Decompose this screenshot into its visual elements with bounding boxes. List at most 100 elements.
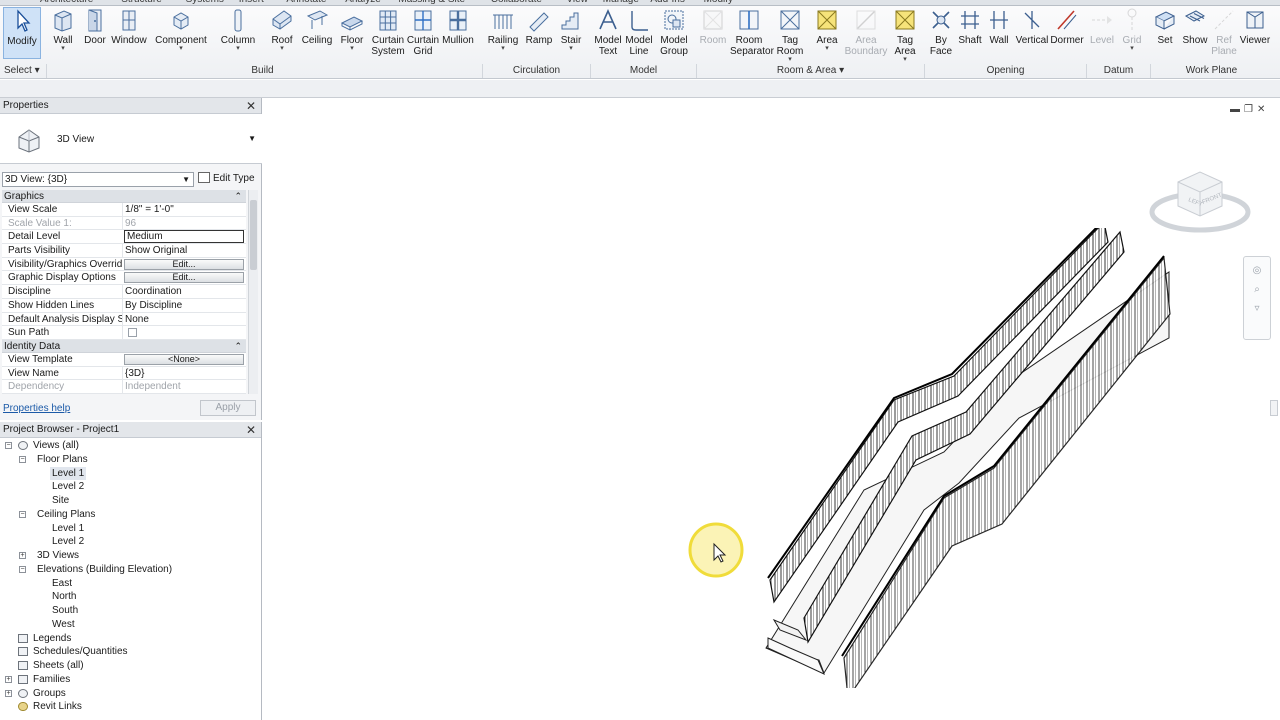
floor-dropdown-icon[interactable]: ▾	[337, 45, 367, 52]
door-button[interactable]: Door	[80, 7, 110, 46]
detail-level-field[interactable]: Medium	[124, 230, 244, 244]
tree-item-floor-level-1[interactable]: Level 1	[0, 466, 262, 481]
vertical-opening-button[interactable]: Vertical	[1014, 7, 1050, 46]
apply-button[interactable]: Apply	[200, 400, 256, 416]
collapse-icon[interactable]: ⌃	[234, 190, 242, 203]
curtain-grid-button[interactable]: Curtain Grid	[406, 7, 440, 57]
wall-opening-button[interactable]: Wall	[986, 7, 1012, 46]
scrollbar-thumb[interactable]	[250, 200, 257, 270]
ribbon-tab-architecture[interactable]: Architecture	[40, 0, 93, 5]
view-template-button[interactable]: <None>	[124, 353, 244, 365]
tag-room-button[interactable]: Tag Room ▾	[774, 7, 806, 63]
tree-item-ceiling-level-2[interactable]: Level 2	[0, 535, 262, 549]
3d-viewport[interactable]: ▬ ❐ ✕ LEFT FRONT ◎ ⌕ ▿	[264, 98, 1280, 720]
expand-icon[interactable]: +	[5, 689, 12, 697]
sun-path-checkbox[interactable]	[128, 328, 137, 338]
zoom-icon[interactable]: ⌕	[1244, 284, 1270, 295]
type-selector[interactable]: 3D View ▼	[0, 114, 262, 164]
tag-area-dropdown-icon[interactable]: ▾	[890, 56, 920, 63]
ribbon-tab-massing-site[interactable]: Massing & Site	[398, 0, 465, 5]
tree-item-sheets[interactable]: Sheets (all)	[0, 659, 262, 673]
column-button[interactable]: Column ▾	[219, 7, 257, 52]
prop-row-vg-overrides[interactable]: Visibility/Graphics Overrides Edit...	[2, 257, 246, 272]
mullion-button[interactable]: Mullion	[440, 7, 476, 46]
tree-item-ceiling-level-1[interactable]: Level 1	[0, 522, 262, 536]
group-graphics[interactable]: Graphics ⌃	[2, 190, 246, 203]
column-dropdown-icon[interactable]: ▾	[219, 45, 257, 52]
ribbon-tab-modify[interactable]: Modify	[704, 0, 733, 5]
tree-item-families[interactable]: + Families	[0, 673, 262, 687]
prop-row-analysis-display[interactable]: Default Analysis Display St...None	[2, 312, 246, 327]
ribbon-tab-insert[interactable]: Insert	[239, 0, 264, 5]
tree-item-schedules[interactable]: Schedules/Quantities	[0, 645, 262, 659]
properties-help-link[interactable]: Properties help	[3, 403, 70, 414]
roof-button[interactable]: Roof ▾	[268, 7, 296, 52]
ramp-button[interactable]: Ramp	[524, 7, 554, 46]
vg-overrides-edit-button[interactable]: Edit...	[124, 258, 244, 270]
area-dropdown-icon[interactable]: ▾	[812, 45, 842, 52]
nav-more-icon[interactable]: ▿	[1244, 303, 1270, 314]
tree-item-legends[interactable]: Legends	[0, 632, 262, 646]
wall-dropdown-icon[interactable]: ▾	[48, 45, 78, 52]
tree-item-east[interactable]: East	[0, 577, 262, 591]
tree-item-floor-plans[interactable]: − Floor Plans	[0, 453, 262, 467]
prop-row-discipline[interactable]: Discipline Coordination	[2, 285, 246, 299]
viewer-button[interactable]: Viewer	[1238, 7, 1272, 46]
tree-item-views-all[interactable]: − Views (all)	[0, 439, 262, 453]
railing-dropdown-icon[interactable]: ▾	[486, 45, 520, 52]
minimize-view-icon[interactable]: ▬	[1230, 104, 1240, 115]
collapse-icon[interactable]: ⌃	[234, 340, 242, 353]
roof-dropdown-icon[interactable]: ▾	[268, 45, 296, 52]
model-text-button[interactable]: Model Text	[592, 7, 624, 57]
navigation-bar[interactable]: ◎ ⌕ ▿	[1243, 256, 1271, 340]
edit-type-button[interactable]: Edit Type	[198, 171, 255, 187]
by-face-button[interactable]: By Face	[926, 7, 956, 57]
tree-item-west[interactable]: West	[0, 618, 262, 632]
set-workplane-button[interactable]: Set	[1152, 7, 1178, 46]
prop-value[interactable]: Show Original	[125, 245, 187, 256]
select-panel-dropdown[interactable]: Select ▾	[0, 64, 44, 78]
ceiling-button[interactable]: Ceiling	[300, 7, 334, 46]
stair-dropdown-icon[interactable]: ▾	[556, 45, 586, 52]
tree-item-south[interactable]: South	[0, 604, 262, 618]
collapse-icon[interactable]: −	[5, 442, 12, 449]
viewport-scrollbar[interactable]	[1270, 400, 1278, 416]
component-dropdown-icon[interactable]: ▾	[153, 45, 209, 52]
expand-icon[interactable]: +	[5, 675, 12, 683]
tree-item-revit-links[interactable]: Revit Links	[0, 700, 262, 714]
tree-item-ceiling-plans[interactable]: − Ceiling Plans	[0, 508, 262, 522]
collapse-icon[interactable]: −	[19, 455, 26, 463]
instance-view-selector[interactable]: 3D View: {3D} ▼	[2, 172, 194, 187]
stair-button[interactable]: Stair ▾	[556, 7, 586, 52]
prop-row-graphic-display[interactable]: Graphic Display Options Edit...	[2, 271, 246, 286]
room-separator-button[interactable]: Room Separator	[730, 7, 774, 57]
dormer-button[interactable]: Dormer	[1050, 7, 1084, 46]
ribbon-tab-manage[interactable]: Manage	[603, 0, 639, 5]
tree-item-elevations[interactable]: − Elevations (Building Elevation)	[0, 563, 262, 577]
close-view-icon[interactable]: ✕	[1257, 104, 1265, 115]
tree-item-site[interactable]: Site	[0, 494, 262, 508]
ribbon-tab-annotate[interactable]: Annotate	[286, 0, 326, 5]
area-boundary-button[interactable]: Area Boundary	[844, 7, 888, 57]
modify-button[interactable]: Modify	[3, 7, 41, 59]
tree-item-north[interactable]: North	[0, 590, 262, 604]
prop-row-sun-path[interactable]: Sun Path	[2, 326, 246, 340]
tree-item-3d-views[interactable]: +3D Views	[0, 549, 262, 563]
ribbon-tab-systems[interactable]: Systems	[186, 0, 224, 5]
component-button[interactable]: Component ▾	[153, 7, 209, 52]
type-selector-dropdown-icon[interactable]: ▼	[248, 134, 256, 143]
tree-item-floor-level-2[interactable]: Level 2	[0, 480, 262, 494]
grid-button[interactable]: Grid ▾	[1118, 7, 1146, 52]
properties-close-icon[interactable]: ✕	[246, 100, 256, 112]
room-button[interactable]: Room	[697, 7, 729, 46]
group-identity-data[interactable]: Identity Data ⌃	[2, 339, 246, 353]
restore-view-icon[interactable]: ❐	[1244, 104, 1253, 115]
prop-row-hidden-lines[interactable]: Show Hidden Lines By Discipline	[2, 298, 246, 313]
properties-scrollbar[interactable]	[248, 190, 258, 394]
graphic-display-edit-button[interactable]: Edit...	[124, 272, 244, 284]
tag-area-button[interactable]: Tag Area ▾	[890, 7, 920, 63]
ribbon-tab-analyze[interactable]: Analyze	[345, 0, 381, 5]
project-browser-close-icon[interactable]: ✕	[246, 424, 256, 436]
collapse-icon[interactable]: −	[19, 510, 26, 518]
curtain-system-button[interactable]: Curtain System	[370, 7, 406, 57]
